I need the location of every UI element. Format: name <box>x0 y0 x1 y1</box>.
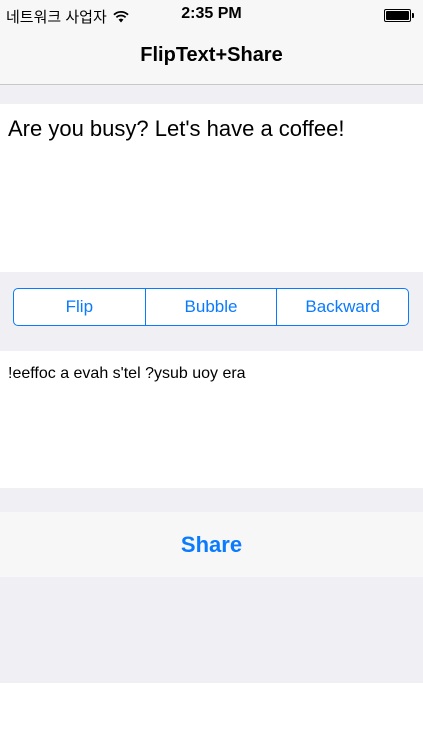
section-spacer <box>0 488 423 512</box>
battery-icon <box>384 9 414 22</box>
input-text-view[interactable]: Are you busy? Let's have a coffee! <box>0 104 423 272</box>
battery-body <box>384 9 411 22</box>
page-title: FlipText+Share <box>140 44 283 66</box>
bottom-spacer <box>0 577 423 683</box>
navigation-bar: FlipText+Share <box>0 30 423 85</box>
battery-tip <box>412 13 414 18</box>
segment-backward[interactable]: Backward <box>277 289 408 325</box>
status-bar: 네트워크 사업자 2:35 PM <box>0 0 423 30</box>
input-text: Are you busy? Let's have a coffee! <box>8 116 345 141</box>
status-time: 2:35 PM <box>181 5 242 22</box>
segment-bubble[interactable]: Bubble <box>146 289 278 325</box>
output-text: !eeffoc a evah s'tel ?ysub uoy era <box>8 365 246 382</box>
app-screen: 네트워크 사업자 2:35 PM FlipText+Share Are you … <box>0 0 423 750</box>
mode-segmented-control[interactable]: Flip Bubble Backward <box>13 288 409 326</box>
bottom-area <box>0 683 423 750</box>
output-text-view[interactable]: !eeffoc a evah s'tel ?ysub uoy era <box>0 351 423 488</box>
share-row[interactable]: Share <box>0 512 423 577</box>
section-spacer <box>0 85 423 104</box>
share-button[interactable]: Share <box>181 532 242 558</box>
segment-flip[interactable]: Flip <box>14 289 146 325</box>
battery-fill <box>386 11 409 20</box>
